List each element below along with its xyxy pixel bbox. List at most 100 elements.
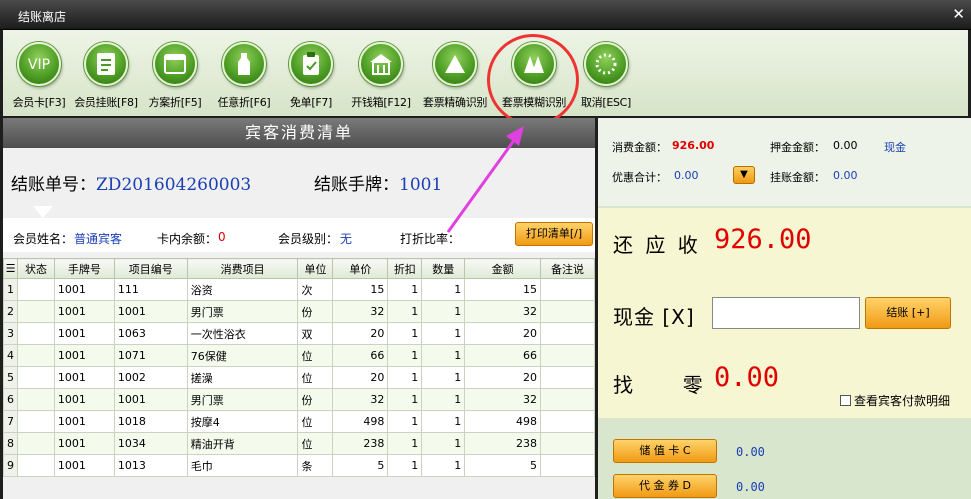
- cash-method[interactable]: 现金: [884, 139, 906, 155]
- member-name: 普通宾客: [74, 232, 123, 246]
- table-row[interactable]: 7 1001 1018 按摩4 位 498 1 1 498: [3, 410, 595, 433]
- table-cell: 男门票: [186, 300, 299, 323]
- print-list-button[interactable]: 打印清单[/]: [515, 222, 593, 246]
- table-cell: 1: [387, 454, 423, 477]
- column-header[interactable]: 状态: [17, 258, 55, 279]
- member-charge-button[interactable]: 会员挂账[F8]: [66, 42, 146, 110]
- menu-icon[interactable]: ☰: [3, 258, 18, 279]
- stored-card-button[interactable]: 储 值 卡 C: [613, 439, 717, 463]
- table-cell: 1001: [53, 344, 115, 367]
- close-icon[interactable]: ✕: [952, 5, 965, 23]
- charge-amount: 0.00: [833, 169, 858, 182]
- table-cell: 32: [464, 388, 542, 411]
- dotted-circle-icon: [584, 42, 628, 86]
- table-cell: 1001: [113, 388, 188, 411]
- cash-input[interactable]: [712, 297, 860, 329]
- table-cell: 1: [387, 300, 423, 323]
- discount-total: 0.00: [674, 169, 699, 182]
- table-cell: [540, 366, 595, 389]
- column-header[interactable]: 折扣: [387, 258, 423, 279]
- table-cell: 1001: [53, 322, 115, 345]
- table-cell: 1013: [113, 454, 188, 477]
- table-cell: 32: [464, 300, 542, 323]
- cancel-button[interactable]: 取消[ESC]: [566, 42, 646, 110]
- table-cell: [17, 388, 55, 411]
- column-header[interactable]: 数量: [421, 258, 466, 279]
- row-number: 2: [3, 300, 18, 323]
- row-number: 3: [3, 322, 18, 345]
- table-cell: 1: [421, 410, 466, 433]
- bill-header: 宾客消费清单: [3, 118, 595, 148]
- table-cell: 238: [464, 432, 542, 455]
- table-cell: 1: [421, 344, 466, 367]
- table-cell: 浴资: [186, 278, 299, 301]
- table-cell: 1018: [113, 410, 188, 433]
- plan-discount-button[interactable]: 方案折[F5]: [135, 42, 215, 110]
- table-cell: [540, 278, 595, 301]
- checkbox-icon: [840, 395, 851, 406]
- change-label: 找 零: [613, 373, 706, 397]
- table-cell: 32: [332, 388, 389, 411]
- bottle-icon: [222, 42, 266, 86]
- table-cell: [540, 388, 595, 411]
- table-cell: 1001: [53, 410, 115, 433]
- table-cell: 66: [332, 344, 389, 367]
- table-cell: 搓澡: [186, 366, 299, 389]
- table-cell: [540, 454, 595, 477]
- row-number: 8: [3, 432, 18, 455]
- column-header[interactable]: 单位: [297, 258, 334, 279]
- column-header[interactable]: 手牌号: [53, 258, 115, 279]
- table-row[interactable]: 2 1001 1001 男门票份 32 1 1 32: [3, 300, 595, 323]
- table-cell: 1034: [113, 432, 188, 455]
- table-cell: [17, 366, 55, 389]
- cash-box-button[interactable]: 开钱箱[F12]: [341, 42, 421, 110]
- table-row[interactable]: 4 1001 1071 76保健位 66 1 1 66: [3, 344, 595, 367]
- table-cell: [17, 344, 55, 367]
- table-cell: [17, 278, 55, 301]
- deposit-amount: 0.00: [833, 139, 858, 152]
- table-cell: 1: [421, 322, 466, 345]
- table-cell: [17, 410, 55, 433]
- table-cell: 1: [421, 366, 466, 389]
- ticket-fuzzy-button[interactable]: 套票模糊识别: [494, 42, 574, 110]
- window-title: 结账离店: [18, 10, 67, 24]
- row-number: 4: [3, 344, 18, 367]
- table-cell: 1001: [53, 454, 115, 477]
- column-header[interactable]: 项目编号: [113, 258, 188, 279]
- row-number: 6: [3, 388, 18, 411]
- table-row[interactable]: 1 1001 111 浴资次 15 1 1 15: [3, 278, 595, 301]
- table-cell: 15: [464, 278, 542, 301]
- table-cell: 15: [332, 278, 389, 301]
- chevron-down-icon[interactable]: ▼: [733, 166, 755, 184]
- view-payment-detail-checkbox[interactable]: 查看宾客付款明细: [840, 392, 950, 409]
- ticket-exact-button[interactable]: 套票精确识别: [415, 42, 495, 110]
- column-header[interactable]: 金额: [464, 258, 542, 279]
- table-row[interactable]: 3 1001 1063 一次性浴衣双 20 1 1 20: [3, 322, 595, 345]
- pay-area: 还 应 收 926.00 现金 [X] 结账 [+] 找 零 0.00 查看宾客…: [598, 208, 971, 418]
- table-cell: 1001: [53, 366, 115, 389]
- settle-button[interactable]: 结账 [+]: [865, 297, 951, 329]
- change-amount: 0.00: [714, 362, 780, 393]
- table-cell: [540, 432, 595, 455]
- stored-card-amount: 0.00: [736, 445, 765, 459]
- column-header[interactable]: 备注说: [540, 258, 595, 279]
- consume-amount: 926.00: [672, 139, 715, 152]
- table-cell: 一次性浴衣: [186, 322, 299, 345]
- voucher-button[interactable]: 代 金 券 D: [613, 474, 717, 498]
- document-icon: [84, 42, 128, 86]
- table-cell: 1001: [53, 432, 115, 455]
- column-header[interactable]: 消费项目: [186, 258, 299, 279]
- table-cell: 次: [297, 278, 334, 301]
- table-row[interactable]: 8 1001 1034 精油开背位 238 1 1 238: [3, 432, 595, 455]
- row-number: 7: [3, 410, 18, 433]
- table-row[interactable]: 5 1001 1002 搓澡位 20 1 1 20: [3, 366, 595, 389]
- table-row[interactable]: 6 1001 1001 男门票份 32 1 1 32: [3, 388, 595, 411]
- receivable-label: 还 应 收: [613, 233, 701, 257]
- table-cell: 1: [421, 278, 466, 301]
- table-cell: 毛巾: [186, 454, 299, 477]
- table-row[interactable]: 9 1001 1013 毛巾条 5 1 1 5: [3, 454, 595, 477]
- column-header[interactable]: 单价: [332, 258, 389, 279]
- free-order-button[interactable]: 免单[F7]: [271, 42, 351, 110]
- table-cell: 20: [332, 366, 389, 389]
- member-level: 无: [340, 232, 353, 246]
